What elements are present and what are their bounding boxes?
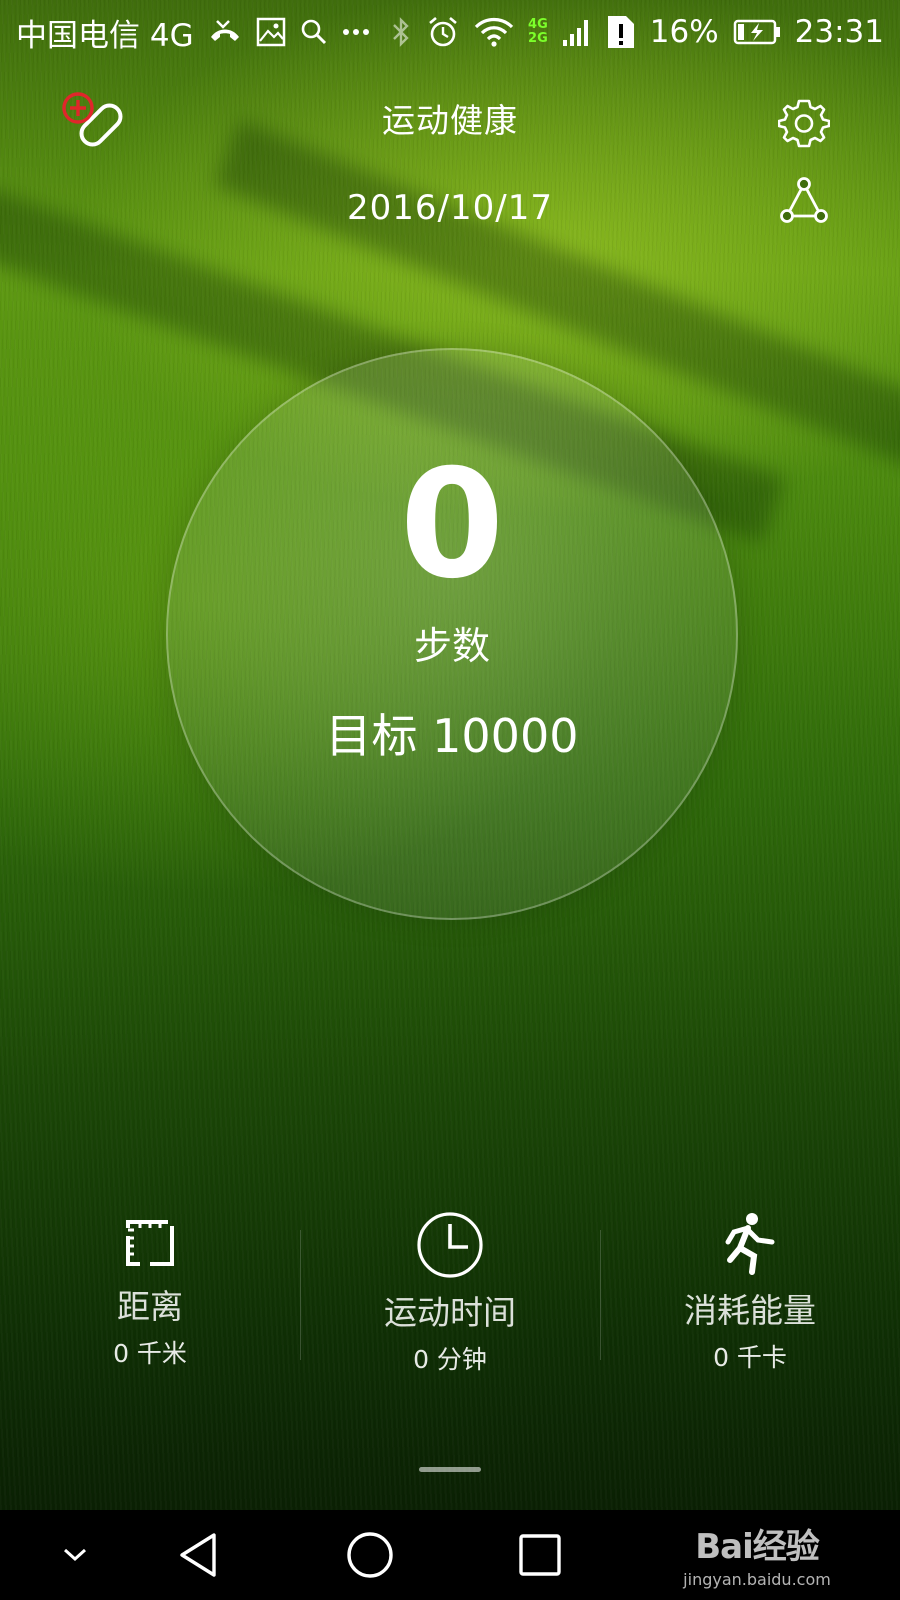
- alarm-icon: [426, 15, 460, 49]
- carrier-label: 中国电信 4G: [16, 17, 194, 54]
- step-label: 步数: [413, 624, 490, 668]
- step-progress-circle[interactable]: 0 步数 目标 10000: [166, 348, 738, 920]
- stat-duration-label: 运动时间: [384, 1293, 516, 1332]
- signal-icon: [562, 16, 592, 48]
- sim-alert-icon: [606, 14, 636, 50]
- image-icon: [256, 17, 286, 47]
- nav-hide-button[interactable]: [50, 1510, 100, 1600]
- battery-percent: 16%: [649, 14, 719, 50]
- nav-home-button[interactable]: [340, 1510, 400, 1600]
- bluetooth-icon: [390, 16, 412, 48]
- gear-icon: [778, 99, 830, 148]
- stat-calories[interactable]: 消耗能量 0 千卡: [600, 1210, 900, 1372]
- clock-time: 23:31: [794, 14, 884, 50]
- share-button[interactable]: [776, 174, 832, 226]
- stat-distance[interactable]: 距离 0 千米: [0, 1210, 300, 1370]
- page-title: 运动健康: [382, 101, 518, 140]
- wifi-icon: [474, 17, 514, 47]
- watermark-brand-text: Bai经验: [695, 1527, 820, 1567]
- activity-stats: 距离 0 千米 运动时间 0 分钟 消耗能量 0 千卡: [0, 1210, 900, 1374]
- battery-charging-icon: [733, 18, 781, 46]
- recents-square-icon: [519, 1534, 561, 1576]
- stat-calories-value: 0 千卡: [713, 1343, 787, 1372]
- step-count: 0: [399, 438, 505, 612]
- stat-duration-value: 0 分钟: [413, 1345, 487, 1374]
- watermark-brand: Bai经验: [695, 1519, 820, 1568]
- chevron-down-icon: [63, 1548, 87, 1562]
- watermark-url: jingyan.baidu.com: [683, 1570, 831, 1589]
- settings-button[interactable]: [774, 96, 834, 150]
- clock-icon: [415, 1210, 485, 1280]
- missed-call-icon: [208, 17, 242, 47]
- baidu-jingyan-watermark: Bai经验 jingyan.baidu.com: [662, 1512, 852, 1596]
- stat-distance-value: 0 千米: [113, 1339, 187, 1368]
- stat-distance-label: 距离: [117, 1287, 183, 1326]
- drag-handle[interactable]: [419, 1467, 481, 1472]
- nav-back-button[interactable]: [170, 1510, 230, 1600]
- share-icon: [780, 177, 828, 223]
- home-circle-icon: [347, 1532, 393, 1578]
- search-icon: [300, 18, 328, 46]
- net-tag-4g: 4G: [528, 17, 548, 32]
- step-goal: 目标 10000: [325, 709, 579, 763]
- more-icon: [342, 27, 370, 37]
- status-bar: 中国电信 4G 4G 2G 16% 23:31: [0, 0, 900, 64]
- date-label[interactable]: 2016/10/17: [0, 188, 900, 228]
- nav-recents-button[interactable]: [510, 1510, 570, 1600]
- running-icon: [718, 1210, 782, 1278]
- stat-calories-label: 消耗能量: [684, 1291, 816, 1330]
- distance-icon: [120, 1210, 180, 1274]
- net-tag-2g: 2G: [528, 31, 548, 46]
- back-triangle-icon: [180, 1533, 216, 1577]
- stat-duration[interactable]: 运动时间 0 分钟: [300, 1210, 600, 1374]
- network-type-tags: 4G 2G: [528, 18, 548, 46]
